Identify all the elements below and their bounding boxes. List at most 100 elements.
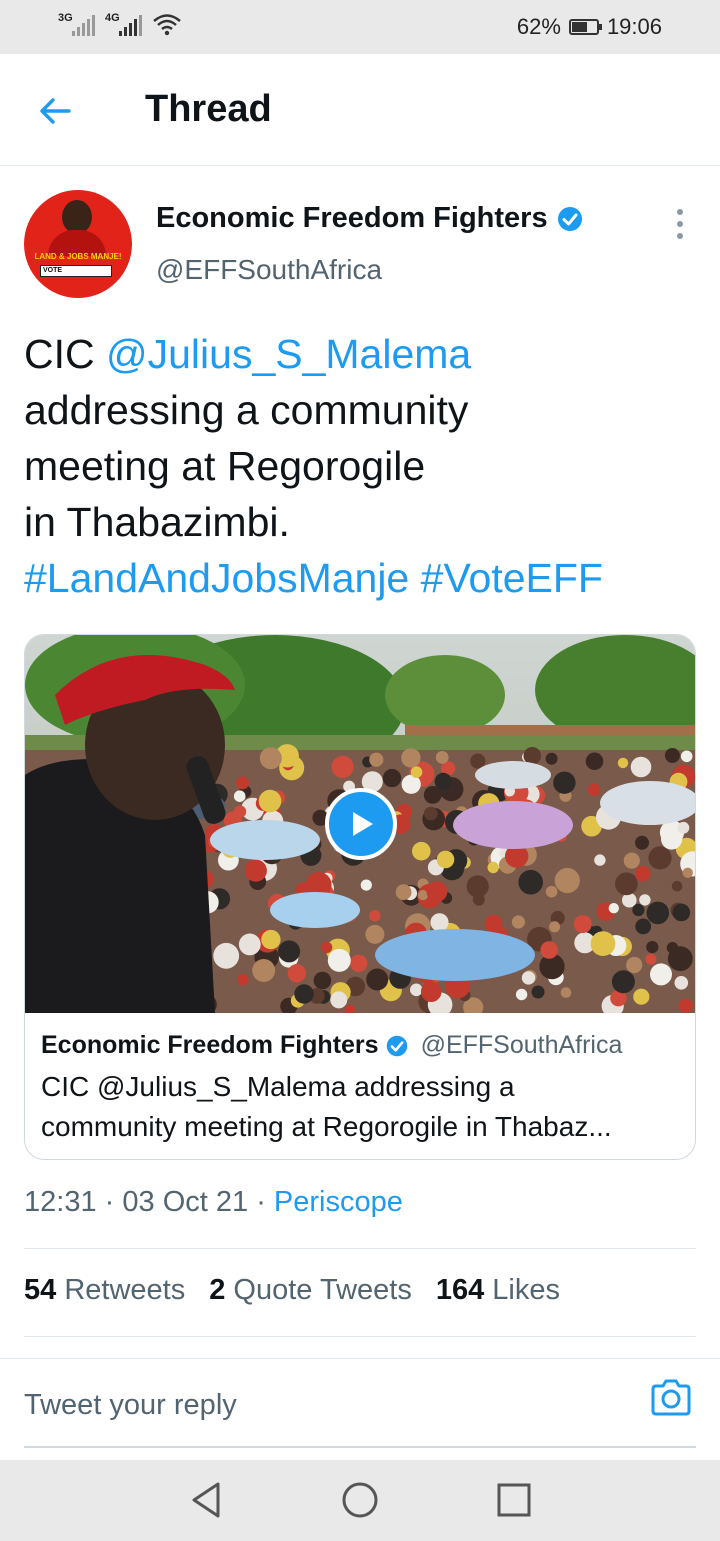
crowd-figure <box>236 776 249 790</box>
status-bar: 3G 4G 62% 19:06 <box>0 0 720 54</box>
crowd-figure <box>545 752 558 765</box>
sim1-signal-icon: 3G <box>58 12 95 36</box>
battery-level <box>571 22 587 32</box>
camera-icon <box>651 1379 691 1416</box>
source-link[interactable]: Periscope <box>274 1186 403 1218</box>
crowd-figure <box>401 748 421 768</box>
crowd-figure <box>313 971 332 990</box>
hashtag-link-2[interactable]: #VoteEFF <box>421 555 603 601</box>
likes-count: 164 <box>435 1274 485 1306</box>
crowd-figure <box>466 875 489 898</box>
crowd-figure <box>233 805 247 818</box>
nav-back-button[interactable] <box>186 1480 226 1520</box>
tweet-line-1: CIC @Julius_S_Malema <box>24 326 704 382</box>
divider <box>24 1336 696 1337</box>
hashtag-link-1[interactable]: #LandAndJobsManje <box>24 555 409 601</box>
sim2-network-type: 4G <box>105 12 120 24</box>
dot-icon <box>677 233 683 239</box>
crowd-figure <box>634 865 651 882</box>
tweet-time: 12:31 <box>24 1186 97 1218</box>
card-text-line-2: community meeting at Regorogile in Thaba… <box>41 1111 612 1142</box>
battery-icon <box>568 19 602 35</box>
card-author-handle: @EFFSouthAfrica <box>420 1031 623 1059</box>
crowd-figure <box>672 903 691 922</box>
crowd-figure <box>360 879 372 891</box>
crowd-figure <box>487 861 499 874</box>
clock: 19:06 <box>606 14 662 39</box>
crowd-figure <box>412 841 431 861</box>
camera-button[interactable] <box>648 1375 694 1421</box>
crowd-figure <box>213 942 240 969</box>
likes-stat[interactable]: 164 Likes <box>436 1274 560 1307</box>
crowd-figure <box>671 880 683 892</box>
crowd-figure <box>633 988 650 1005</box>
crowd-figure <box>331 755 354 778</box>
nav-recents-button[interactable] <box>494 1480 534 1520</box>
crowd-figure <box>674 976 689 990</box>
crowd-figure <box>560 987 572 998</box>
crowd-figure <box>382 768 402 788</box>
crowd-figure <box>626 956 643 974</box>
crowd-figure <box>646 901 670 925</box>
dot-icon <box>677 221 683 227</box>
battery-percent: 62% <box>516 14 561 39</box>
crowd-figure <box>261 929 281 950</box>
quote-tweets-stat[interactable]: 2 Quote Tweets <box>209 1274 412 1307</box>
crowd-figure <box>554 867 580 894</box>
crowd-figure <box>511 915 525 929</box>
crowd-figure <box>395 884 412 901</box>
video-thumbnail[interactable] <box>25 635 695 1013</box>
wifi-icon <box>153 14 181 36</box>
crowd-figure <box>635 835 649 850</box>
card-author-name: Economic Freedom Fighters <box>41 1031 379 1059</box>
crowd-figure <box>327 948 351 972</box>
meta-separator: · <box>256 1186 266 1218</box>
crowd-figure <box>330 991 348 1009</box>
crowd-figure <box>238 933 261 956</box>
periscope-card[interactable]: Economic Freedom Fighters @EFFSouthAfric… <box>24 634 696 1160</box>
crowd-figure <box>287 964 306 983</box>
verified-badge-icon <box>557 206 582 231</box>
crowd-figure <box>680 750 693 763</box>
crowd-figure <box>553 771 576 794</box>
author-handle[interactable]: @EFFSouthAfrica <box>156 254 382 286</box>
more-options-button[interactable] <box>664 204 696 244</box>
retweets-count: 54 <box>24 1274 57 1306</box>
card-text-line-1: CIC @Julius_S_Malema addressing a <box>41 1071 515 1102</box>
crowd-figure <box>646 941 659 954</box>
crowd-figure <box>426 881 448 902</box>
tweet-line-4: in Thabazimbi. <box>24 499 290 545</box>
crowd-figure <box>434 772 452 791</box>
crowd-figure <box>521 971 536 985</box>
back-button[interactable] <box>30 88 80 134</box>
author-name-row[interactable]: Economic Freedom Fighters <box>156 202 584 235</box>
crowd-figure <box>549 921 561 933</box>
crowd-figure <box>678 998 693 1013</box>
author-name: Economic Freedom Fighters <box>156 202 548 234</box>
quotes-count: 2 <box>209 1274 226 1306</box>
crowd-figure <box>611 970 635 994</box>
crowd-figure <box>430 913 449 932</box>
retweets-stat[interactable]: 54 Retweets <box>24 1274 185 1307</box>
tweet-text: CIC @Julius_S_Malema addressing a commun… <box>24 326 704 606</box>
avatar-slogan: LAND & JOBS MANJE! <box>34 252 122 261</box>
meta-separator: · <box>104 1186 115 1218</box>
play-button[interactable] <box>325 788 397 860</box>
crowd-figure <box>410 766 423 778</box>
author-avatar[interactable]: LAND & JOBS MANJE! VOTE <box>24 190 132 298</box>
avatar-head <box>62 200 92 234</box>
crowd-figure <box>540 941 558 959</box>
crowd-figure <box>252 959 276 982</box>
crowd-figure <box>518 869 543 895</box>
crowd-figure <box>615 872 638 896</box>
reply-underline <box>24 1446 696 1448</box>
crowd-figure <box>587 783 601 797</box>
tweet-meta: 12:31 · 03 Oct 21 · Periscope <box>24 1186 403 1219</box>
nav-home-button[interactable] <box>340 1480 380 1520</box>
reply-input[interactable] <box>24 1375 624 1435</box>
crowd-figure <box>531 985 545 999</box>
mention-link[interactable]: @Julius_S_Malema <box>106 331 471 377</box>
crowd-figure <box>650 963 672 986</box>
crowd-figure <box>233 790 246 802</box>
circle-home-icon <box>342 1482 378 1518</box>
